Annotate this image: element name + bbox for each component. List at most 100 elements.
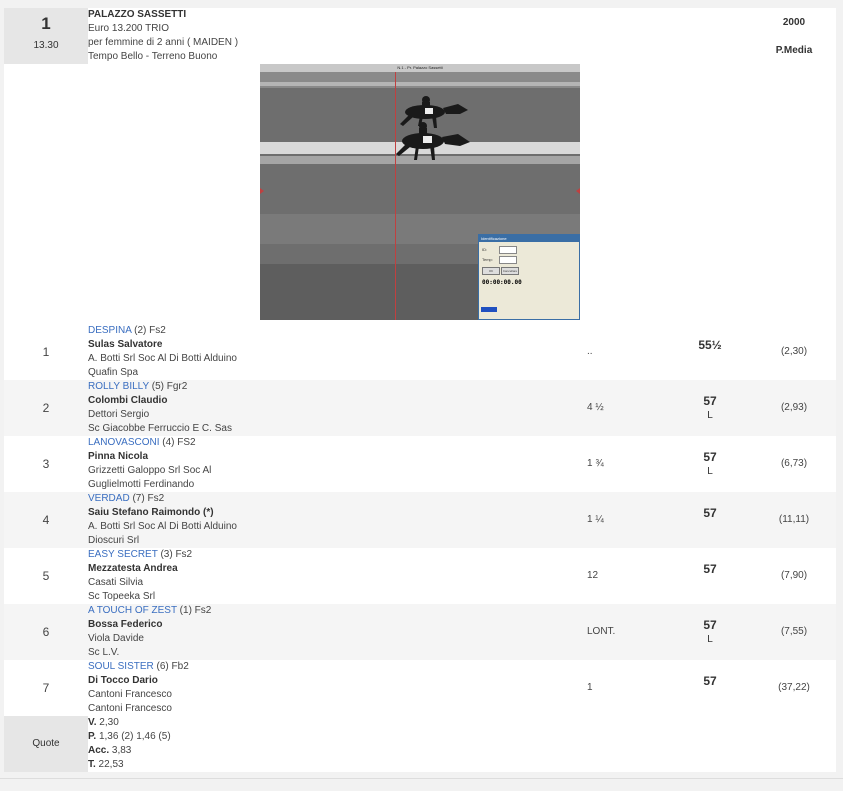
horse-details: (3) Fs2: [157, 549, 193, 560]
runner-row: 5 EASY SECRET (3) Fs2 Mezzatesta Andrea Cas…: [4, 548, 836, 604]
race-name: PALAZZO SASSETTI: [88, 9, 187, 20]
race-result-panel: 1 13.30 PALAZZO SASSETTI Euro 13.200 TRI…: [4, 8, 836, 772]
weight-value: 57: [703, 394, 717, 408]
weight: 57: [680, 562, 740, 578]
runner-position: 6: [42, 625, 50, 639]
trainer-name: Dettori Sergio: [88, 409, 150, 420]
dialog-clock: 00:00:00.00: [482, 279, 522, 286]
horse-details: (7) Fs2: [129, 493, 165, 504]
jockey-name: Bossa Federico: [88, 619, 163, 630]
horse-details: (6) Fb2: [153, 661, 189, 672]
runner-row: 3 LANOVASCONI (4) FS2 Pinna Nicola Grizzett…: [4, 436, 836, 492]
weight-value: 57: [703, 506, 717, 520]
dialog-progress-bar: [481, 307, 497, 312]
race-distance: 2000: [782, 17, 806, 28]
runner-info: VERDAD (7) Fs2 Saiu Stefano Raimondo (*) A…: [88, 492, 237, 548]
odds: (37,22): [778, 682, 810, 693]
dialog-cancel-button[interactable]: Cancellare: [501, 267, 519, 275]
owner-name: Quafin Spa: [88, 367, 139, 378]
odds: (2,93): [780, 402, 808, 413]
quote-label: Quote: [4, 716, 88, 772]
trainer-name: Viola Davide: [88, 633, 144, 644]
horse-name-link[interactable]: LANOVASCONI: [88, 437, 160, 448]
weight: 57 L: [680, 618, 740, 645]
horse-name-link[interactable]: SOUL SISTER: [88, 661, 154, 672]
runner-position: 2: [42, 401, 50, 415]
dialog-title: Identificazione: [479, 235, 579, 242]
odds: (7,90): [780, 570, 808, 581]
race-conditions: per femmine di 2 anni ( MAIDEN ): [88, 37, 239, 48]
jockey-name: Pinna Nicola: [88, 451, 149, 462]
dialog-field1-label: ID:: [482, 247, 488, 252]
runner-position: 3: [42, 457, 50, 471]
owner-name: Guglielmotti Ferdinando: [88, 479, 195, 490]
quote-values: V. 2,30 P. 1,36 (2) 1,46 (5) Acc. 3,83 T…: [88, 716, 171, 772]
horse-details: (2) Fs2: [131, 325, 166, 336]
race-type: P.Media: [775, 45, 813, 56]
owner-name: Sc Topeeka Srl: [88, 591, 156, 602]
horse-name-link[interactable]: VERDAD: [88, 493, 130, 504]
runner-info: EASY SECRET (3) Fs2 Mezzatesta Andrea Casa…: [88, 548, 192, 604]
owner-name: Cantoni Francesco: [88, 703, 172, 714]
weight-note: L: [707, 466, 713, 477]
dialog-field2-input[interactable]: [499, 256, 517, 264]
runner-position: 7: [42, 681, 50, 695]
runner-row: 7 SOUL SISTER (6) Fb2 Di Tocco Dario Canton…: [4, 660, 836, 716]
distance-margin: ..: [587, 346, 593, 357]
jockey-name: Mezzatesta Andrea: [88, 563, 178, 574]
odds: (11,11): [778, 514, 810, 525]
runner-info: DESPINA (2) Fs2 Sulas Salvatore A. Botti S…: [88, 324, 237, 380]
runner-row: 6 A TOUCH OF ZEST (1) Fs2 Bossa Federico Vi…: [4, 604, 836, 660]
runner-row: 4 VERDAD (7) Fs2 Saiu Stefano Raimondo (*)…: [4, 492, 836, 548]
runner-info: ROLLY BILLY (5) Fgr2 Colombi Claudio Detto…: [88, 380, 232, 436]
horse-details: (4) FS2: [159, 437, 196, 448]
owner-name: Sc Giacobbe Ferruccio E C. Sas: [88, 423, 232, 434]
weight: 55½: [680, 338, 740, 354]
race-prize: Euro 13.200 TRIO: [88, 23, 169, 34]
weight: 57 L: [680, 394, 740, 421]
trainer-name: A. Botti Srl Soc Al Di Botti Alduino: [88, 353, 237, 364]
distance-margin: 1: [587, 682, 593, 693]
weight: 57: [680, 506, 740, 522]
horse-name-link[interactable]: DESPINA: [88, 325, 131, 336]
runner-position: 5: [42, 569, 50, 583]
footer-divider: [0, 778, 843, 779]
race-info: PALAZZO SASSETTI Euro 13.200 TRIO per fe…: [88, 8, 238, 64]
jockey-name: Colombi Claudio: [88, 395, 168, 406]
dialog-field1-input[interactable]: [499, 246, 517, 254]
distance-margin: 12: [587, 570, 599, 581]
runner-row: 1 DESPINA (2) Fs2 Sulas Salvatore A. Botti …: [4, 324, 836, 380]
jockey-name: Saiu Stefano Raimondo (*): [88, 507, 214, 518]
runner-info: LANOVASCONI (4) FS2 Pinna Nicola Grizzetti…: [88, 436, 211, 492]
race-weather: Tempo Bello - Terreno Buono: [88, 51, 218, 62]
jockey-name: Di Tocco Dario: [88, 675, 158, 686]
identification-dialog: Identificazione ID: Temp: OK Cancellare …: [478, 234, 580, 320]
horse-details: (5) Fgr2: [148, 381, 188, 392]
race-number-box: 1 13.30: [4, 8, 88, 64]
trainer-name: Casati Silvia: [88, 577, 144, 588]
trainer-name: Cantoni Francesco: [88, 689, 172, 700]
horse-details: (1) Fs2: [176, 605, 212, 616]
quote-p: P. 1,36 (2) 1,46 (5): [88, 731, 171, 742]
distance-margin: 1 ¼: [587, 514, 604, 525]
owner-name: Dioscuri Srl: [88, 535, 140, 546]
runner-info: SOUL SISTER (6) Fb2 Di Tocco Dario Cantoni…: [88, 660, 189, 716]
race-number: 1: [41, 14, 51, 33]
distance-margin: LONT.: [587, 626, 616, 637]
horse-name-link[interactable]: ROLLY BILLY: [88, 381, 149, 392]
race-time: 13.30: [33, 40, 59, 51]
quote-t: T. 22,53: [88, 759, 124, 770]
photo-finish-image[interactable]: N.1 - Pr. Palazzo Sassetti Identificazio…: [260, 64, 580, 320]
quote-acc: Acc. 3,83: [88, 745, 132, 756]
dialog-ok-button[interactable]: OK: [482, 267, 500, 275]
odds: (7,55): [780, 626, 808, 637]
quote-v: V. 2,30: [88, 717, 119, 728]
race-meta: 2000 P.Media: [756, 16, 832, 58]
weight: 57 L: [680, 450, 740, 477]
odds: (2,30): [780, 346, 808, 357]
weight-value: 57: [703, 618, 717, 632]
horse-name-link[interactable]: EASY SECRET: [88, 549, 158, 560]
runner-position: 4: [42, 513, 50, 527]
horse-name-link[interactable]: A TOUCH OF ZEST: [88, 605, 177, 616]
runner-info: A TOUCH OF ZEST (1) Fs2 Bossa Federico Vio…: [88, 604, 211, 660]
